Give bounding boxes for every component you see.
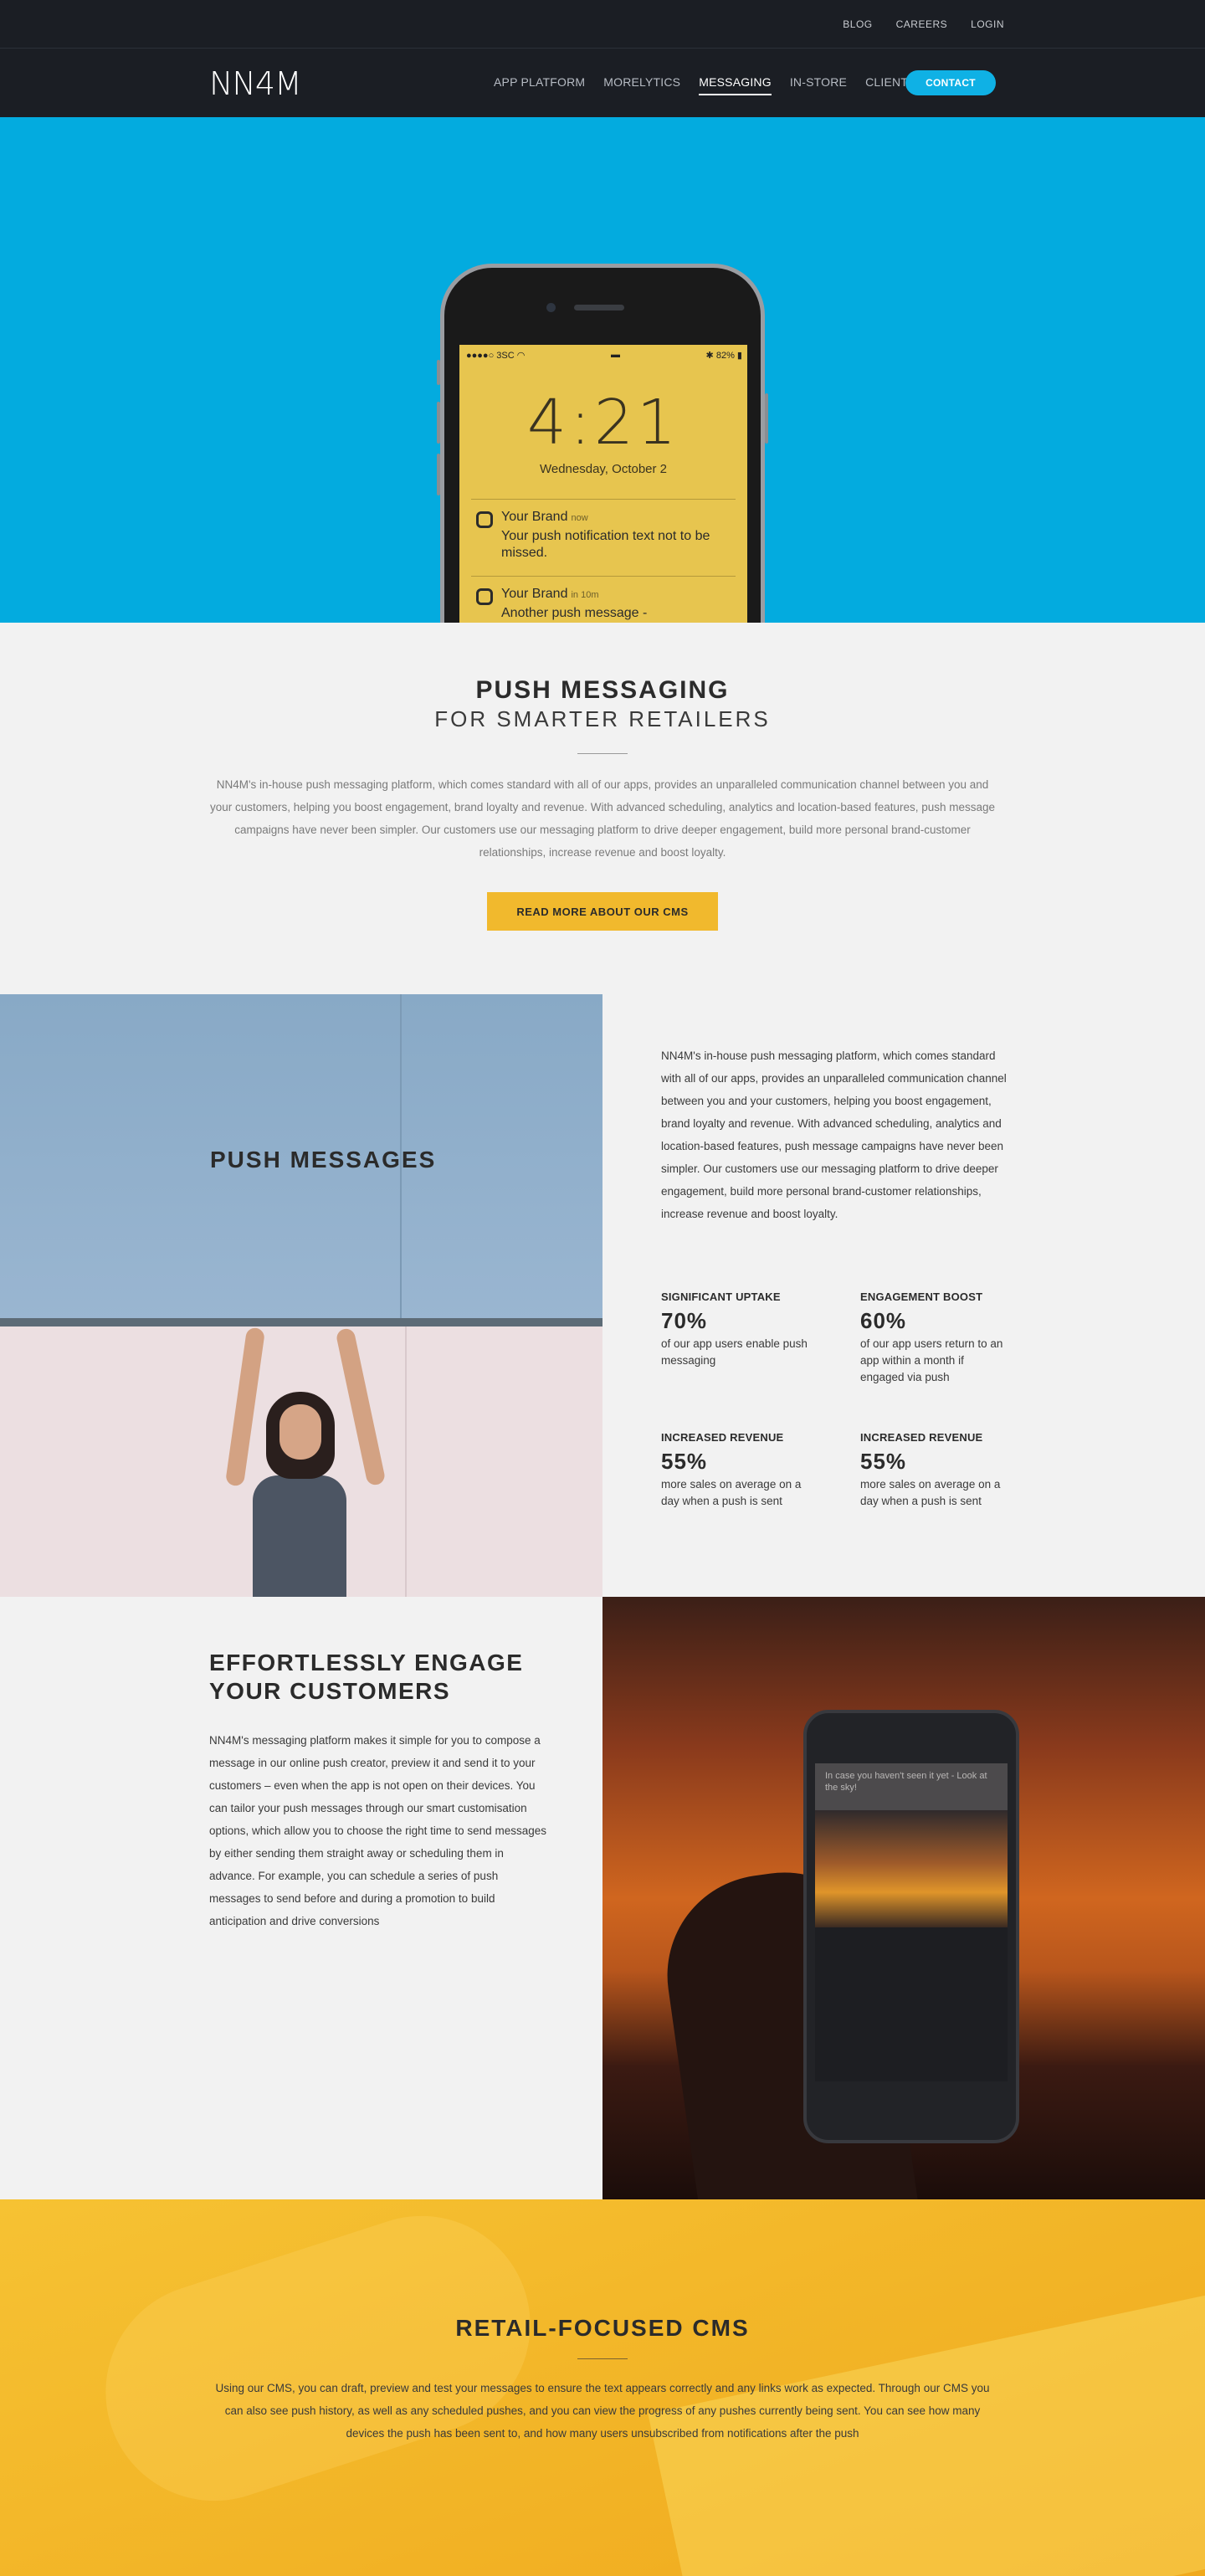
- retail-cms-title: RETAIL-FOCUSED CMS: [455, 2315, 750, 2341]
- stat-value: 55%: [661, 1449, 708, 1474]
- phone-power-button: [765, 393, 768, 444]
- phone-volume-up: [437, 402, 440, 444]
- nav-item-messaging[interactable]: MESSAGING: [699, 75, 772, 95]
- careers-link[interactable]: CAREERS: [896, 18, 948, 30]
- carrier-signal: ●●●●○ 3SC ◠: [466, 351, 526, 361]
- stat-value: 70%: [661, 1308, 708, 1333]
- lock-screen-date: Wednesday, October 2: [539, 462, 668, 476]
- read-more-cms-button[interactable]: READ MORE ABOUT OUR CMS: [487, 892, 718, 931]
- notification-brand: Your Brand: [501, 510, 568, 524]
- app-icon: [476, 511, 493, 528]
- stat-increased-revenue-2: INCREASED REVENUE 55% more sales on aver…: [860, 1431, 1011, 1510]
- blog-link[interactable]: BLOG: [843, 18, 872, 30]
- stat-description: of our app users return to an app within…: [860, 1337, 1003, 1383]
- hand-overlay: [77, 2199, 559, 2529]
- iphone-mockup: ●●●●○ 3SC ◠ ▬ ✱ 82% ▮ 4:21 Wednesday, Oc…: [437, 264, 768, 623]
- stat-value: 55%: [860, 1449, 907, 1474]
- nav-item-app-platform[interactable]: APP PLATFORM: [494, 75, 585, 95]
- nav-item-in-store[interactable]: IN-STORE: [790, 75, 847, 95]
- status-bar: ●●●●○ 3SC ◠ ▬ ✱ 82% ▮: [466, 350, 742, 361]
- engage-section: EFFORTLESSLY ENGAGE YOUR CUSTOMERS NN4M'…: [0, 1597, 602, 2199]
- contact-button[interactable]: CONTACT: [905, 70, 996, 95]
- divider: [577, 2358, 628, 2359]
- phone-speaker: [574, 305, 624, 310]
- stat-label: ENGAGEMENT BOOST: [860, 1291, 983, 1303]
- intro-subtitle: FOR SMARTER RETAILERS: [434, 706, 771, 731]
- phone-push-message: In case you haven't seen it yet - Look a…: [815, 1763, 1008, 1810]
- battery-icon: ▮: [736, 351, 742, 361]
- login-link[interactable]: LOGIN: [971, 18, 1004, 30]
- held-phone: In case you haven't seen it yet - Look a…: [803, 1710, 1019, 2143]
- retail-cms-section: RETAIL-FOCUSED CMS Using our CMS, you ca…: [0, 2199, 1205, 2576]
- bluetooth-icon: ✱: [705, 351, 714, 361]
- wifi-icon: ◠: [516, 351, 526, 361]
- woman-tank-top: [253, 1475, 346, 1597]
- hero-banner: ●●●●○ 3SC ◠ ▬ ✱ 82% ▮ 4:21 Wednesday, Oc…: [0, 117, 1205, 623]
- sky-photo-preview: [815, 1810, 1008, 1927]
- engage-body: NN4M's messaging platform makes it simpl…: [209, 1734, 546, 1927]
- notification-2: Your Brand in 10m Another push message -: [471, 576, 736, 623]
- stat-label: INCREASED REVENUE: [661, 1431, 784, 1444]
- battery-indicator: ✱ 82% ▮: [705, 351, 742, 361]
- lock-screen-time: 4:21: [526, 387, 680, 459]
- notification-text: Your push notification text not to be mi…: [501, 529, 710, 560]
- lock-icon: ▬: [610, 350, 620, 360]
- intro-section: PUSH MESSAGING FOR SMARTER RETAILERS NN4…: [0, 623, 1205, 994]
- utility-links: BLOG CAREERS LOGIN: [843, 18, 1004, 30]
- push-messages-content: NN4M's in-house push messaging platform,…: [602, 994, 1205, 1597]
- push-messages-photo: PUSH MESSAGES: [0, 994, 602, 1597]
- intro-title: PUSH MESSAGING: [475, 676, 730, 704]
- retail-cms-body: Using our CMS, you can draft, preview an…: [215, 2382, 990, 2440]
- wall-ledge: [0, 1318, 602, 1326]
- app-icon: [476, 588, 493, 605]
- phone-mute-switch: [437, 360, 440, 385]
- notification-text: Another push message -: [501, 606, 648, 620]
- stat-significant-uptake: SIGNIFICANT UPTAKE 70% of our app users …: [661, 1291, 812, 1369]
- main-navigation: NN4M APP PLATFORM MORELYTICS MESSAGING I…: [0, 49, 1205, 117]
- sunset-phone-photo: In case you haven't seen it yet - Look a…: [602, 1597, 1205, 2199]
- push-messages-body: NN4M's in-house push messaging platform,…: [661, 1049, 1007, 1220]
- push-messages-title: PUSH MESSAGES: [210, 1147, 437, 1173]
- nav-menu: APP PLATFORM MORELYTICS MESSAGING IN-STO…: [494, 75, 916, 95]
- stat-label: INCREASED REVENUE: [860, 1431, 983, 1444]
- phone-camera-screen: In case you haven't seen it yet - Look a…: [815, 1763, 1008, 2081]
- stat-label: SIGNIFICANT UPTAKE: [661, 1291, 781, 1303]
- stat-engagement-boost: ENGAGEMENT BOOST 60% of our app users re…: [860, 1291, 1011, 1386]
- intro-body: NN4M's in-house push messaging platform,…: [209, 778, 996, 859]
- woman-face: [279, 1404, 321, 1460]
- phone-volume-down: [437, 454, 440, 495]
- notification-time: in 10m: [571, 590, 599, 600]
- notification-time: now: [571, 513, 588, 523]
- lock-screen: ●●●●○ 3SC ◠ ▬ ✱ 82% ▮ 4:21 Wednesday, Oc…: [459, 345, 747, 623]
- stat-description: of our app users enable push messaging: [661, 1337, 808, 1367]
- wall-crack: [405, 1326, 407, 1597]
- stat-increased-revenue: INCREASED REVENUE 55% more sales on aver…: [661, 1431, 812, 1510]
- stat-value: 60%: [860, 1308, 907, 1333]
- stat-description: more sales on average on a day when a pu…: [661, 1478, 802, 1507]
- engage-title: EFFORTLESSLY ENGAGE YOUR CUSTOMERS: [209, 1650, 524, 1704]
- phone-camera: [546, 303, 556, 312]
- divider: [577, 753, 628, 754]
- stat-description: more sales on average on a day when a pu…: [860, 1478, 1001, 1507]
- nn4m-logo[interactable]: NN4M: [209, 65, 302, 102]
- nav-item-morelytics[interactable]: MORELYTICS: [603, 75, 680, 95]
- top-utility-bar: BLOG CAREERS LOGIN: [0, 0, 1205, 49]
- notification-1: Your Brand now Your push notification tex…: [471, 499, 736, 579]
- notification-brand: Your Brand: [501, 587, 568, 601]
